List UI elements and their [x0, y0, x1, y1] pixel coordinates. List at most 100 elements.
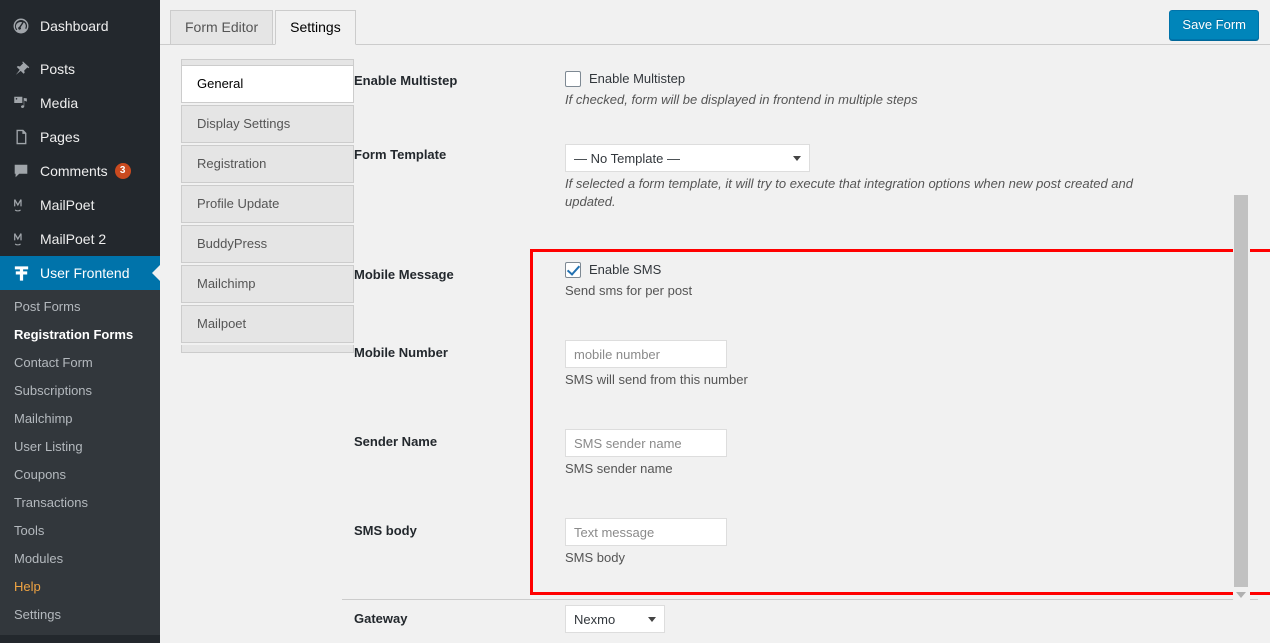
field-label-gateway: Gateway — [354, 611, 408, 626]
sidebar-item-user-frontend[interactable]: User Frontend — [0, 256, 160, 290]
main-content: Form Editor Settings Save Form General Di… — [160, 0, 1270, 643]
media-icon — [11, 93, 31, 113]
user-frontend-submenu: Post Forms Registration Forms Contact Fo… — [0, 290, 160, 635]
field-row-enable-multistep: Enable Multistep Enable Multistep If che… — [354, 58, 1230, 109]
field-control-sender-name: SMS sender name — [565, 419, 1230, 478]
scroll-down-arrow-icon[interactable] — [1236, 592, 1246, 598]
sidebar-item-dashboard[interactable]: Dashboard — [0, 9, 160, 43]
panel-bottom-divider — [342, 599, 1258, 600]
field-row-sender-name: Sender Name SMS sender name — [354, 419, 1230, 478]
settings-tab-registration[interactable]: Registration — [181, 145, 354, 183]
settings-tab-profile-update[interactable]: Profile Update — [181, 185, 354, 223]
field-label-mobile-number: Mobile Number — [354, 345, 448, 360]
enable-sms-checkbox[interactable] — [565, 262, 581, 278]
mobile-message-description: Send sms for per post — [565, 283, 693, 298]
form-template-description: If selected a form template, it will try… — [565, 176, 1133, 209]
field-row-mobile-number: Mobile Number SMS will send from this nu… — [354, 330, 1230, 389]
admin-sidebar: Dashboard Posts Media Pages Comments 3 M… — [0, 0, 160, 643]
comments-icon — [11, 161, 31, 181]
enable-multistep-checkbox-line: Enable Multistep — [565, 70, 1230, 88]
mailpoet-icon — [11, 195, 31, 215]
field-label-sms-body: SMS body — [354, 523, 417, 538]
settings-tab-mailchimp[interactable]: Mailchimp — [181, 265, 354, 303]
submenu-item-coupons[interactable]: Coupons — [0, 461, 160, 489]
sms-body-input[interactable] — [565, 518, 727, 546]
submenu-item-registration-forms[interactable]: Registration Forms — [0, 321, 160, 349]
submenu-item-tools[interactable]: Tools — [0, 517, 160, 545]
sidebar-spacer-top — [0, 0, 160, 9]
submenu-item-user-listing[interactable]: User Listing — [0, 433, 160, 461]
field-label-enable-multistep: Enable Multistep — [354, 73, 458, 88]
sidebar-item-label: MailPoet 2 — [40, 231, 107, 247]
sidebar-item-label: Media — [40, 95, 79, 111]
settings-tab-display-settings[interactable]: Display Settings — [181, 105, 354, 143]
settings-tab-mailpoet[interactable]: Mailpoet — [181, 305, 354, 343]
sidebar-item-posts[interactable]: Posts — [0, 52, 160, 86]
field-row-sms-body: SMS body SMS body — [354, 508, 1230, 567]
field-control-form-template: — No Template — If selected a form templ… — [565, 132, 1230, 211]
settings-scrollbar[interactable] — [1233, 54, 1250, 639]
field-row-mobile-message: Mobile Message Enable SMS Send sms for p… — [354, 252, 1230, 300]
sidebar-item-label: Dashboard — [40, 18, 109, 34]
submenu-item-post-forms[interactable]: Post Forms — [0, 293, 160, 321]
enable-multistep-description: If checked, form will be displayed in fr… — [565, 92, 918, 107]
user-frontend-icon — [11, 263, 31, 283]
sidebar-item-label: MailPoet — [40, 197, 95, 213]
field-control-mobile-number: SMS will send from this number — [565, 330, 1230, 389]
comments-count-badge: 3 — [114, 163, 131, 179]
field-row-form-template: Form Template — No Template — If selecte… — [354, 132, 1230, 211]
tab-form-editor[interactable]: Form Editor — [170, 10, 274, 45]
pages-icon — [11, 127, 31, 147]
general-settings-panel: Enable Multistep Enable Multistep If che… — [354, 46, 1270, 643]
sidebar-item-label: Posts — [40, 61, 76, 77]
field-label-sender-name: Sender Name — [354, 434, 438, 449]
tab-settings[interactable]: Settings — [275, 10, 356, 45]
scrollbar-thumb[interactable] — [1234, 195, 1248, 587]
save-form-button[interactable]: Save Form — [1169, 10, 1259, 40]
submenu-item-mailchimp[interactable]: Mailchimp — [0, 405, 160, 433]
enable-multistep-checkbox[interactable] — [565, 71, 581, 87]
mobile-number-description: SMS will send from this number — [565, 372, 748, 387]
submenu-item-subscriptions[interactable]: Subscriptions — [0, 377, 160, 405]
enable-multistep-checkbox-label: Enable Multistep — [589, 71, 686, 86]
submenu-item-contact-form[interactable]: Contact Form — [0, 349, 160, 377]
field-control-mobile-message: Enable SMS Send sms for per post — [565, 252, 1230, 300]
settings-tab-list: General Display Settings Registration Pr… — [181, 59, 354, 353]
submenu-item-modules[interactable]: Modules — [0, 545, 160, 573]
wp-admin-screen: Dashboard Posts Media Pages Comments 3 M… — [0, 0, 1270, 643]
sender-name-description: SMS sender name — [565, 461, 673, 476]
sidebar-item-comments[interactable]: Comments 3 — [0, 154, 160, 188]
form-template-select[interactable]: — No Template — — [565, 144, 810, 172]
sidebar-item-label: Pages — [40, 129, 80, 145]
sms-body-description: SMS body — [565, 550, 625, 565]
sidebar-item-label: User Frontend — [40, 265, 130, 281]
gateway-select-wrap: Nexmo — [565, 605, 665, 633]
field-control-gateway: Nexmo — [565, 596, 1230, 633]
submenu-item-transactions[interactable]: Transactions — [0, 489, 160, 517]
dashboard-icon — [11, 16, 31, 36]
form-template-select-wrap: — No Template — — [565, 144, 810, 172]
sidebar-item-mailpoet-2[interactable]: MailPoet 2 — [0, 222, 160, 256]
mobile-number-input[interactable] — [565, 340, 727, 368]
enable-sms-checkbox-line: Enable SMS — [565, 261, 1230, 279]
submenu-item-settings[interactable]: Settings — [0, 601, 160, 629]
tab-list-bottom-edge — [181, 345, 354, 353]
settings-tab-general[interactable]: General — [181, 65, 354, 103]
sidebar-item-label: Comments — [40, 163, 108, 179]
settings-tab-buddypress[interactable]: BuddyPress — [181, 225, 354, 263]
mailpoet-icon — [11, 229, 31, 249]
sender-name-input[interactable] — [565, 429, 727, 457]
form-tabs-bar: Form Editor Settings Save Form — [160, 0, 1270, 45]
enable-sms-checkbox-label: Enable SMS — [589, 262, 662, 277]
field-label-mobile-message: Mobile Message — [354, 267, 454, 282]
field-label-form-template: Form Template — [354, 147, 447, 162]
field-row-gateway: Gateway Nexmo — [354, 596, 1230, 633]
sidebar-item-mailpoet[interactable]: MailPoet — [0, 188, 160, 222]
settings-fields: Enable Multistep Enable Multistep If che… — [354, 46, 1230, 633]
submenu-item-help[interactable]: Help — [0, 573, 160, 601]
sidebar-item-pages[interactable]: Pages — [0, 120, 160, 154]
gateway-select[interactable]: Nexmo — [565, 605, 665, 633]
sidebar-item-media[interactable]: Media — [0, 86, 160, 120]
field-control-enable-multistep: Enable Multistep If checked, form will b… — [565, 58, 1230, 109]
